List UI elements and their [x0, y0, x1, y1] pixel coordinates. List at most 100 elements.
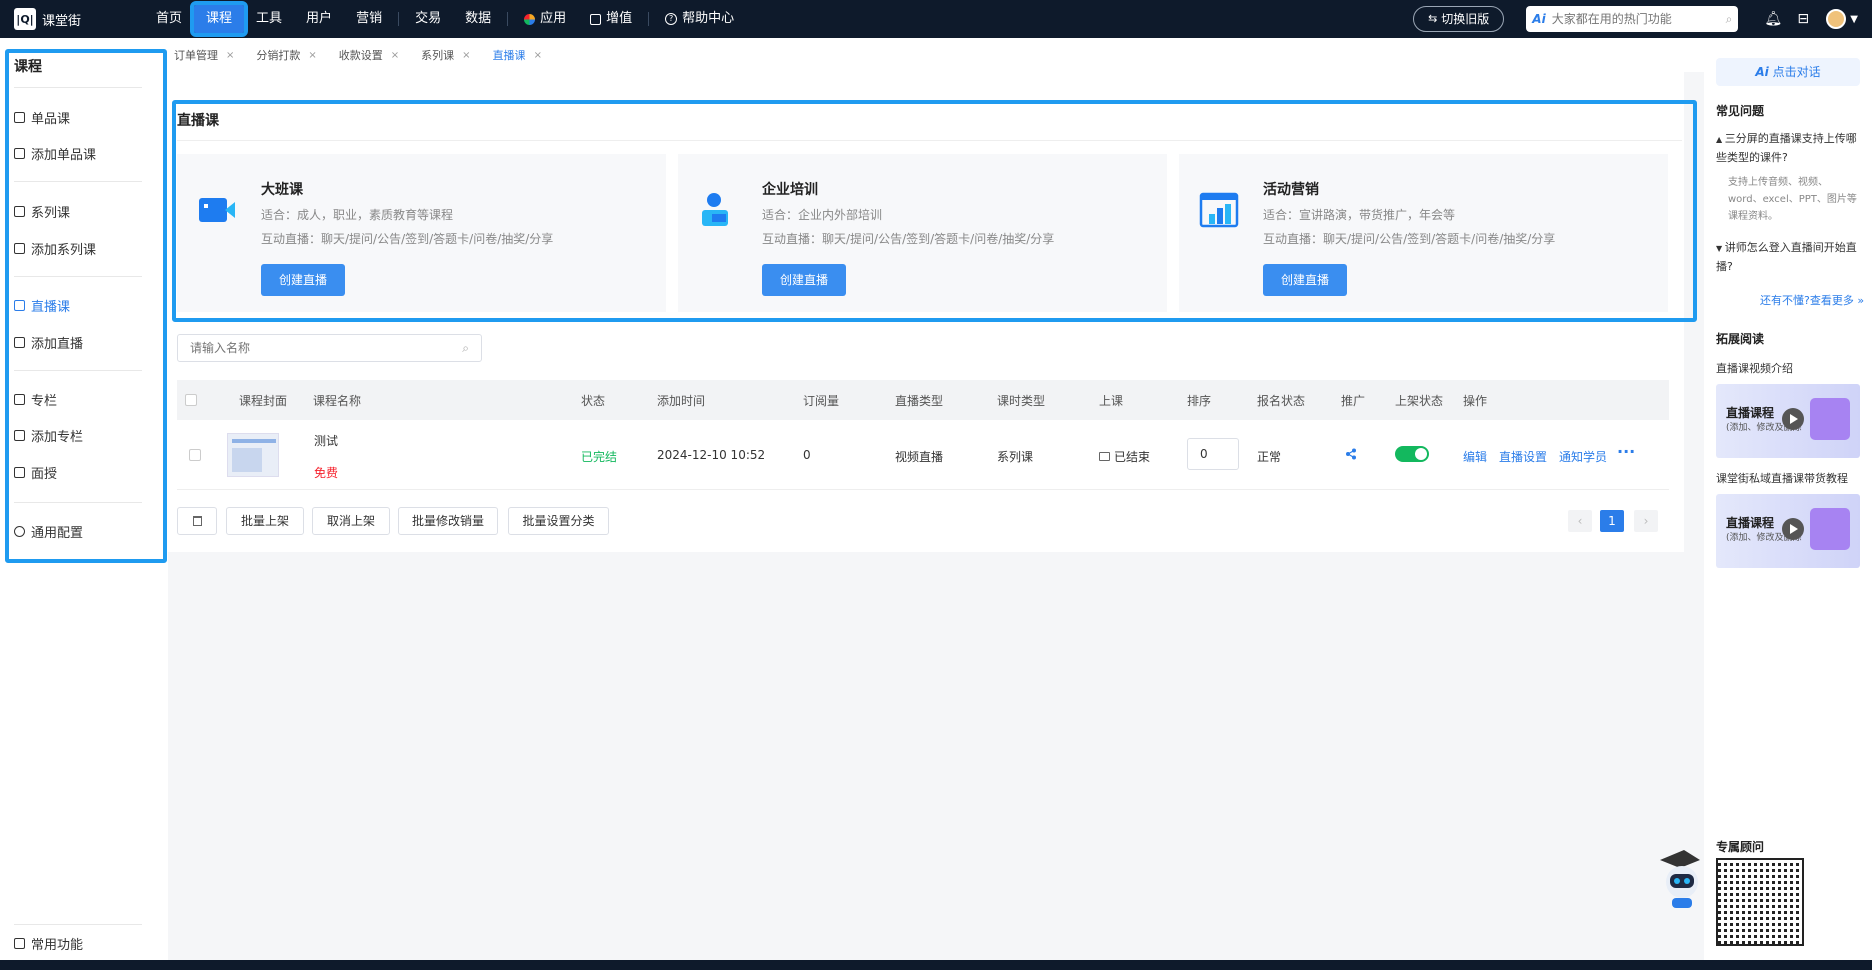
monitor-icon — [1099, 452, 1110, 461]
course-cover-image[interactable] — [227, 433, 279, 477]
sidebar-item-add-live[interactable]: 添加直播 — [14, 333, 83, 352]
sidebar-item-add-single-course[interactable]: 添加单品课 — [14, 144, 96, 163]
faq-question[interactable]: ▼ 讲师怎么登入直播间开始直播? — [1716, 239, 1860, 276]
common-functions[interactable]: 常用功能 — [14, 934, 83, 953]
tab-live[interactable]: 直播课 × — [493, 47, 552, 63]
see-more-link[interactable]: 还有不懂?查看更多 » — [1760, 292, 1864, 308]
live-settings-link[interactable]: 直播设置 — [1499, 448, 1547, 465]
row-checkbox[interactable] — [189, 449, 201, 461]
tab-label: 直播课 — [492, 49, 526, 62]
nav-data[interactable]: 数据 — [453, 5, 503, 33]
prev-page-button[interactable]: ‹ — [1568, 510, 1592, 532]
offline-icon — [14, 467, 25, 478]
video-thumbnail[interactable]: 直播课程 (添加、修改及删除 — [1716, 384, 1860, 458]
class-state: 已结束 — [1099, 448, 1150, 465]
faq-question[interactable]: ▲ 三分屏的直播课支持上传哪些类型的课件? — [1716, 130, 1860, 167]
nav-tools[interactable]: 工具 — [244, 5, 294, 33]
shelf-toggle[interactable] — [1395, 446, 1429, 462]
page-1-button[interactable]: 1 — [1600, 510, 1624, 532]
video-thumbnail[interactable]: 直播课程 (添加、修改及删除 — [1716, 494, 1860, 568]
status-badge: 已完结 — [581, 450, 618, 464]
tab-distribution[interactable]: 分销打款 × — [256, 47, 326, 63]
close-icon[interactable]: × — [534, 50, 542, 61]
nav-help[interactable]: ? 帮助中心 — [653, 5, 746, 33]
global-search-input[interactable] — [1551, 12, 1726, 26]
sidebar-item-add-column[interactable]: 添加专栏 — [14, 426, 83, 445]
nav-trade[interactable]: 交易 — [403, 5, 453, 33]
chevron-down-icon[interactable]: ▼ — [1850, 14, 1858, 25]
next-page-button[interactable]: › — [1634, 510, 1658, 532]
sidebar-item-single-course[interactable]: 单品课 — [14, 108, 70, 127]
sidebar-item-column[interactable]: 专栏 — [14, 390, 57, 409]
sort-input[interactable]: 0 — [1187, 438, 1239, 470]
sidebar-item-series-course[interactable]: 系列课 — [14, 202, 70, 221]
nav-value-added[interactable]: 增值 — [578, 5, 644, 33]
gear-icon — [14, 526, 25, 537]
close-icon[interactable]: × — [308, 50, 316, 61]
course-name[interactable]: 测试 — [314, 432, 338, 449]
nav-home[interactable]: 首页 — [144, 5, 194, 33]
sidebar-item-live-course[interactable]: 直播课 — [14, 296, 70, 315]
col-promote: 推广 — [1341, 394, 1366, 408]
video-title: 直播课程 — [1726, 406, 1775, 420]
bell-icon[interactable]: 🔔︎ — [1758, 11, 1788, 27]
robot-assistant-icon[interactable] — [1656, 846, 1704, 910]
search-icon[interactable]: ⌕ — [462, 341, 469, 356]
ai-chat-button[interactable]: Ai 点击对话 — [1716, 58, 1860, 86]
sidebar-item-general-config[interactable]: 通用配置 — [14, 522, 83, 541]
nav-apps-label: 应用 — [540, 11, 567, 26]
col-shelf: 上架状态 — [1395, 394, 1444, 408]
live-icon — [14, 300, 25, 311]
name-search-input[interactable] — [190, 341, 463, 355]
switch-icon: ⇆ — [1428, 12, 1438, 25]
cancel-shelve-button[interactable]: 取消上架 — [312, 507, 390, 535]
tab-series[interactable]: 系列课 × — [421, 47, 480, 63]
create-live-button[interactable]: 创建直播 — [762, 264, 846, 296]
avatar[interactable] — [1826, 9, 1847, 29]
ai-chat-label: 点击对话 — [1772, 65, 1821, 79]
nav-apps[interactable]: 应用 — [512, 5, 578, 33]
select-all-checkbox[interactable] — [185, 394, 197, 406]
batch-shelve-button[interactable]: 批量上架 — [226, 507, 304, 535]
more-icon[interactable]: ··· — [1617, 442, 1635, 461]
tab-label: 系列课 — [421, 49, 455, 62]
title-divider — [177, 140, 1682, 141]
edit-link[interactable]: 编辑 — [1463, 448, 1487, 465]
switch-old-version-button[interactable]: ⇆ 切换旧版 — [1413, 6, 1505, 32]
search-icon[interactable]: ⌕ — [1726, 12, 1733, 27]
close-icon[interactable]: × — [226, 50, 234, 61]
card-features: 互动直播：聊天/提问/公告/签到/答题卡/问卷/抽奖/分享 — [261, 232, 554, 246]
batch-category-button[interactable]: 批量设置分类 — [508, 507, 609, 535]
create-live-button[interactable]: 创建直播 — [261, 264, 345, 296]
add-icon — [14, 243, 25, 254]
tab-payment-settings[interactable]: 收款设置 × — [339, 47, 409, 63]
close-icon[interactable]: × — [462, 50, 470, 61]
layout-icon[interactable]: ⊟ — [1788, 11, 1818, 27]
nav-divider — [507, 12, 509, 26]
share-icon[interactable] — [1345, 448, 1357, 460]
logo[interactable]: |Q| 课堂街 — [14, 8, 144, 30]
card-desc: 适合：宣讲路演，带货推广，年会等 — [1263, 208, 1456, 222]
signup-status: 正常 — [1257, 450, 1282, 464]
nav-course[interactable]: 课程 — [190, 1, 249, 37]
batch-edit-sales-button[interactable]: 批量修改销量 — [398, 507, 498, 535]
faq-title: 常见问题 — [1716, 104, 1765, 118]
close-icon[interactable]: × — [391, 50, 399, 61]
reading-link-2[interactable]: 课堂街私域直播课带货教程 — [1716, 470, 1848, 486]
tab-orders[interactable]: 订单管理 × — [174, 47, 244, 63]
trash-icon — [192, 516, 202, 526]
sidebar: 课程 单品课 添加单品课 系列课 添加系列课 直播课 添加直播 专栏 添加专栏 … — [0, 38, 168, 960]
caret-up-icon: ▲ — [1716, 135, 1725, 144]
nav-users[interactable]: 用户 — [294, 5, 344, 33]
reading-link-1[interactable]: 直播课视频介绍 — [1716, 360, 1793, 376]
sidebar-item-label: 单品课 — [31, 112, 71, 127]
nav-marketing[interactable]: 营销 — [344, 5, 394, 33]
logo-icon: |Q| — [14, 8, 36, 30]
play-icon[interactable] — [1782, 518, 1804, 540]
play-icon[interactable] — [1782, 408, 1804, 430]
create-live-button[interactable]: 创建直播 — [1263, 264, 1347, 296]
delete-button[interactable] — [177, 507, 217, 535]
sidebar-item-offline[interactable]: 面授 — [14, 463, 57, 482]
sidebar-item-add-series-course[interactable]: 添加系列课 — [14, 239, 96, 258]
notify-students-link[interactable]: 通知学员 — [1559, 448, 1607, 465]
